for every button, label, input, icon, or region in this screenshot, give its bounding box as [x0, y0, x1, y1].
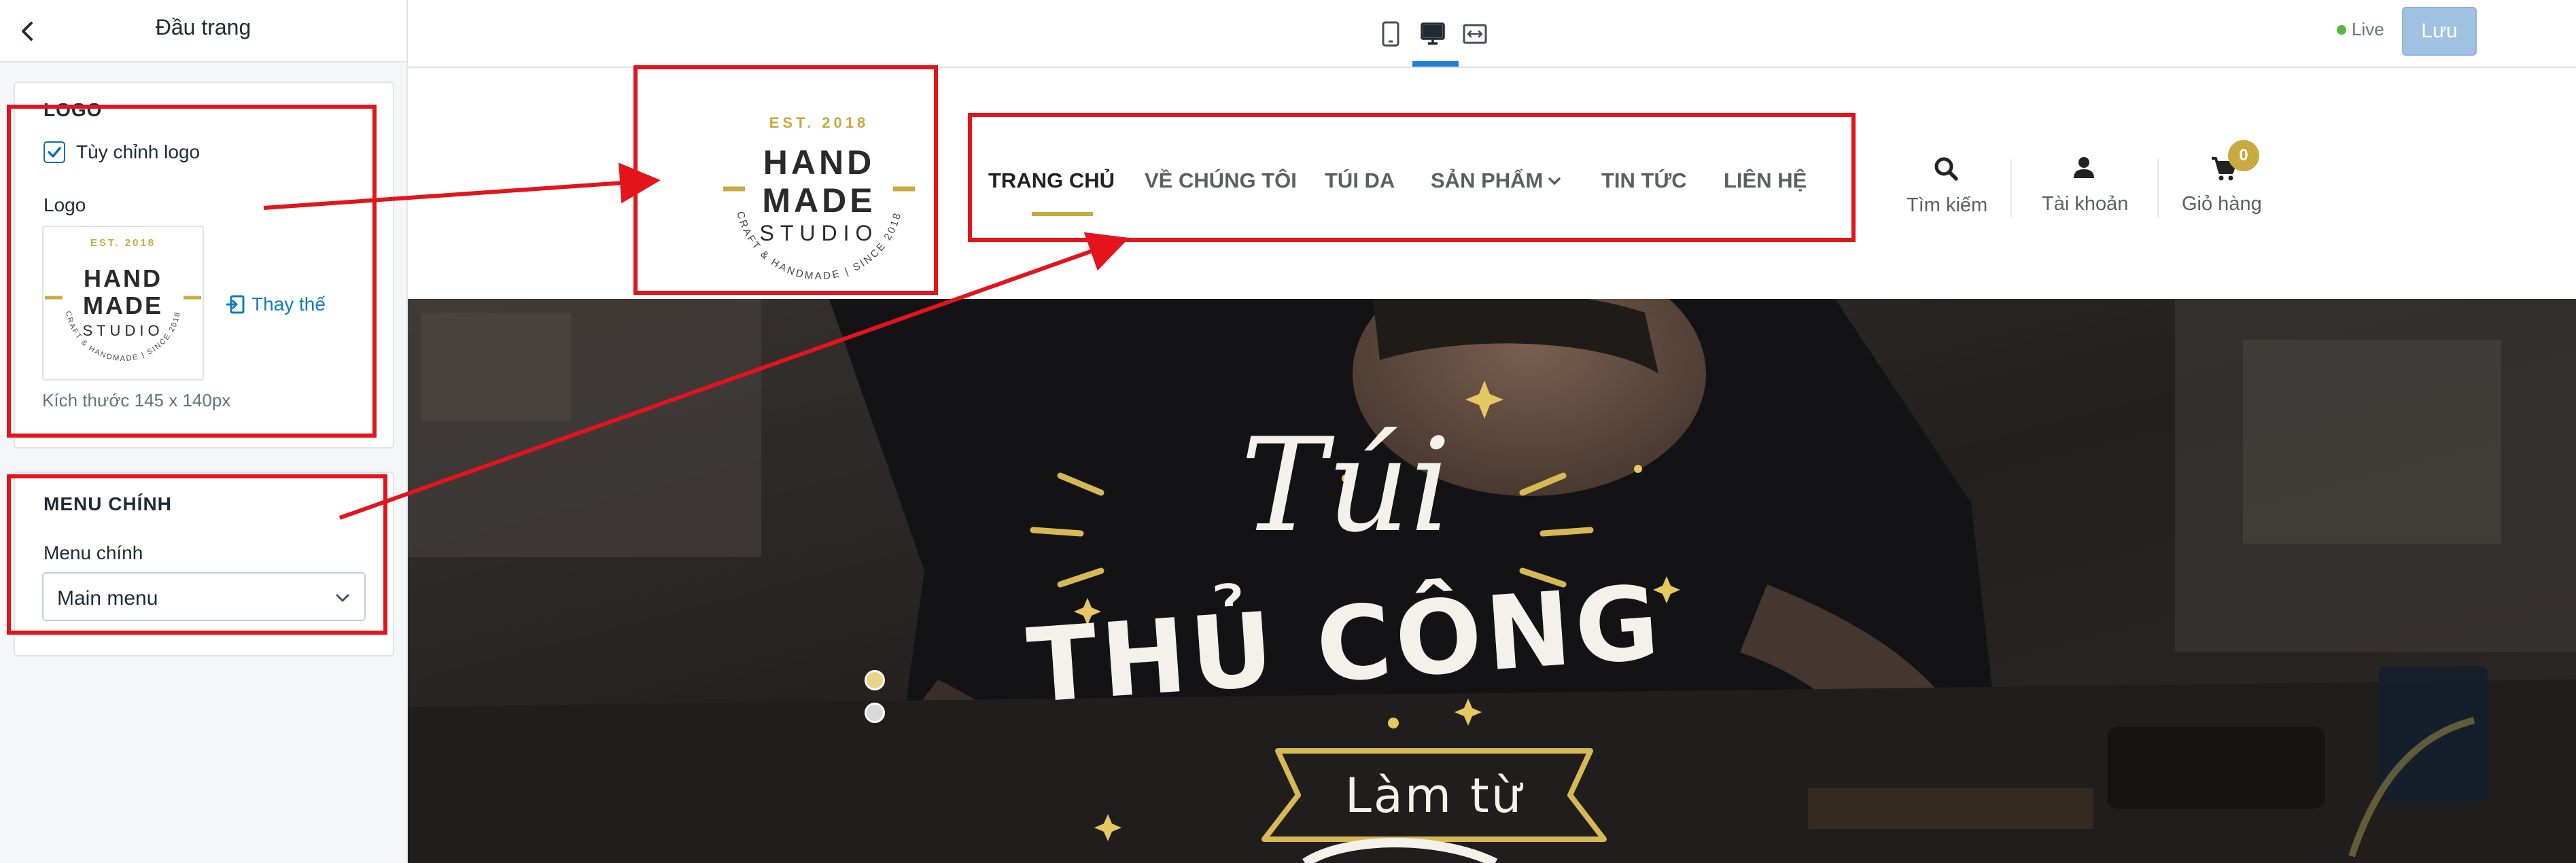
svg-text:EST. 2018: EST. 2018	[90, 237, 156, 249]
handmade-studio-logo-thumb: EST. 2018 HAND MADE STUDIO CRAFT & HANDM…	[45, 237, 201, 363]
active-device-indicator	[1412, 61, 1459, 67]
logo-field-label: Logo	[43, 194, 86, 215]
save-button[interactable]: Lưu	[2402, 7, 2477, 56]
replace-icon	[226, 295, 245, 314]
logo-line3: STUDIO	[760, 221, 879, 245]
nav-contact[interactable]: LIÊN HỆ	[1724, 169, 1807, 193]
nav-bags[interactable]: TÚI DA	[1325, 169, 1395, 193]
svg-text:MADE: MADE	[83, 292, 163, 319]
logo-line2: MADE	[762, 181, 875, 219]
cart-count-badge: 0	[2228, 140, 2259, 171]
custom-logo-checkbox[interactable]: Tùy chỉnh logo	[43, 141, 200, 163]
menu-section-title: MENU CHÍNH	[43, 493, 172, 514]
header-divider	[2157, 159, 2159, 217]
cart-label[interactable]: Giỏ hàng	[2182, 193, 2262, 215]
logo-line1: HAND	[763, 143, 875, 181]
replace-logo-label: Thay thế	[251, 294, 326, 315]
checkbox-checked-icon[interactable]	[43, 141, 65, 163]
chevron-down-icon[interactable]	[1547, 174, 1562, 192]
live-status: Live	[2337, 19, 2384, 40]
menu-select[interactable]: Main menu	[42, 572, 366, 621]
store-header-preview: EST. 2018 HAND MADE STUDIO CRAFT & HANDM…	[408, 69, 2576, 299]
menu-select-value: Main menu	[57, 587, 158, 610]
nav-home[interactable]: TRANG CHỦ	[988, 169, 1115, 193]
logo-section-title: LOGO	[43, 99, 103, 120]
handmade-studio-logo: EST. 2018 HAND MADE STUDIO CRAFT & HANDM…	[723, 114, 915, 282]
header-divider	[2011, 159, 2012, 217]
replace-logo-button[interactable]: Thay thế	[226, 294, 326, 315]
mobile-icon[interactable]	[1372, 15, 1410, 53]
store-logo[interactable]: EST. 2018 HAND MADE STUDIO CRAFT & HANDM…	[715, 87, 923, 295]
sidebar-title: Đầu trang	[155, 15, 251, 39]
custom-logo-label: Tùy chỉnh logo	[76, 141, 201, 162]
fullwidth-icon[interactable]	[1456, 15, 1494, 53]
theme-editor-sidebar: Đầu trang LOGO Tùy chỉnh logo Logo EST. …	[0, 0, 408, 863]
menu-field-label: Menu chính	[43, 542, 143, 563]
live-dot-icon	[2337, 24, 2346, 35]
menu-settings-card: MENU CHÍNH Menu chính Main menu	[14, 472, 394, 656]
account-icon[interactable]	[2072, 155, 2096, 183]
hero-photo-illustration: Túi THỦ CÔNG Làm từ	[408, 299, 2576, 863]
slide-dot-active[interactable]	[865, 670, 885, 690]
svg-text:HAND: HAND	[84, 264, 162, 292]
chevron-down-icon	[333, 588, 352, 607]
search-label[interactable]: Tìm kiếm	[1907, 194, 1987, 217]
hero-line1: Túi	[1240, 410, 1451, 561]
editor-topbar: Live Lưu	[408, 0, 2576, 68]
slide-dot[interactable]	[865, 703, 885, 723]
desktop-icon[interactable]	[1414, 15, 1452, 53]
nav-about[interactable]: VỀ CHÚNG TÔI	[1145, 169, 1297, 193]
hero-banner-text: Làm từ	[1345, 768, 1524, 824]
sidebar-header: Đầu trang	[0, 0, 406, 63]
nav-active-underline	[1032, 212, 1093, 216]
svg-text:STUDIO: STUDIO	[82, 322, 163, 339]
logo-settings-card: LOGO Tùy chỉnh logo Logo EST. 2018 HAND …	[14, 82, 394, 448]
search-icon[interactable]	[1932, 155, 1960, 186]
nav-products[interactable]: SẢN PHẨM	[1431, 169, 1543, 193]
live-label: Live	[2352, 19, 2384, 39]
logo-size-hint: Kích thước 145 x 140px	[42, 390, 231, 410]
logo-est-text: EST. 2018	[769, 114, 869, 131]
account-label[interactable]: Tài khoản	[2042, 193, 2128, 215]
hero-slideshow: Túi THỦ CÔNG Làm từ	[408, 299, 2576, 863]
nav-news[interactable]: TIN TỨC	[1601, 169, 1687, 193]
logo-thumbnail[interactable]: EST. 2018 HAND MADE STUDIO CRAFT & HANDM…	[42, 226, 204, 381]
